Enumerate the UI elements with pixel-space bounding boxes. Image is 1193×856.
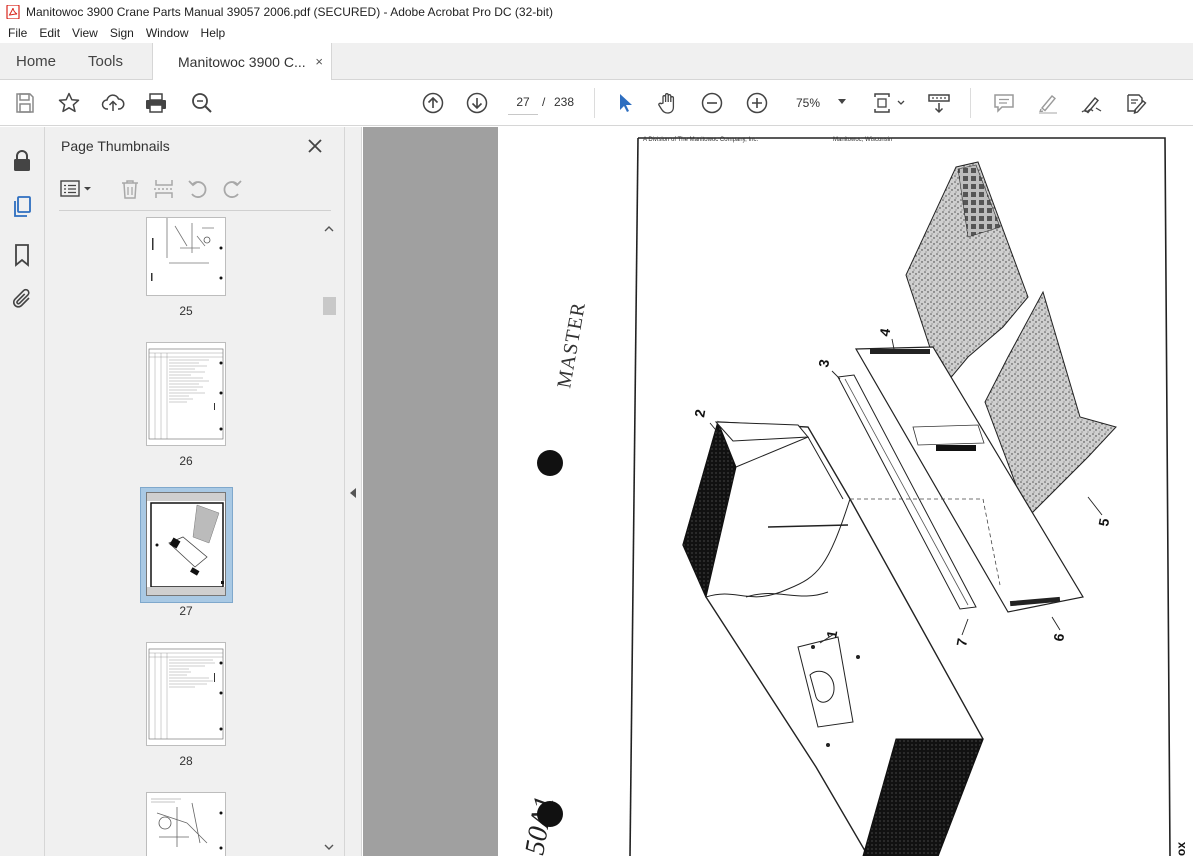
callout-7: 7 [953,637,970,648]
thumbnail-list: 25 26 27 28 [45,215,321,856]
options-menu-icon[interactable] [59,177,95,201]
binder-hole [537,801,563,827]
panel-splitter[interactable] [345,127,362,856]
insert-page-icon[interactable] [152,177,176,201]
page-header-right: Manitowoc, Wisconsin [833,137,892,143]
tab-home[interactable]: Home [16,43,56,80]
page-header-left: A Division of The Manitowoc Company, Inc… [643,137,758,143]
thumbnail-page-selected[interactable] [146,492,226,596]
menu-file[interactable]: File [2,26,33,40]
master-stamp: MASTER [553,300,590,390]
scroll-up-icon[interactable] [323,223,335,235]
menu-edit[interactable]: Edit [33,26,66,40]
tab-bar: Home Tools Manitowoc 3900 C... × [0,43,1193,81]
scroll-down-icon[interactable] [323,841,335,853]
hand-tool-icon[interactable] [656,91,680,115]
close-tab-icon[interactable]: × [315,54,323,69]
document-background [363,127,498,856]
attachment-paperclip-icon[interactable] [10,287,34,311]
acrobat-pdf-icon [6,4,20,19]
zoom-out-icon[interactable] [700,91,724,115]
tab-document[interactable]: Manitowoc 3900 C... × [152,43,332,81]
scrollbar-thumb[interactable] [323,297,336,315]
page-separator: / [542,95,546,109]
callout-4: 4 [876,327,893,338]
tab-document-label: Manitowoc 3900 C... [178,54,306,70]
rotate-clockwise-icon[interactable] [220,177,244,201]
toolbar-divider [970,88,971,118]
bookmark-star-icon[interactable] [57,91,81,115]
upload-cloud-icon[interactable] [101,91,125,115]
menu-view[interactable]: View [66,26,104,40]
select-cursor-icon[interactable] [613,91,637,115]
comment-icon[interactable] [992,91,1016,115]
zoom-in-icon[interactable] [745,91,769,115]
thumbnail-page[interactable] [146,792,226,856]
thumbnail-label: 26 [179,454,193,468]
zoom-search-icon[interactable] [190,91,214,115]
thumbnail-page[interactable] [146,342,226,446]
highlight-pen-icon[interactable] [1036,91,1060,115]
collapse-panel-icon[interactable] [350,488,356,498]
thumbnail-scrollbar[interactable] [321,221,337,856]
thumbnail-page[interactable] [146,642,226,746]
callout-6: 6 [1050,632,1067,643]
document-page[interactable]: 1 2 3 4 5 6 7 A Division of The Manitowo… [498,127,1193,856]
total-pages: 238 [554,95,575,109]
fill-sign-icon[interactable] [1124,91,1148,115]
thumbnail-label: 25 [179,304,193,318]
close-icon[interactable] [307,138,323,154]
callout-2: 2 [691,408,708,419]
lock-icon[interactable] [10,149,34,173]
panel-title: Page Thumbnails [61,138,170,154]
save-icon[interactable] [13,91,37,115]
chevron-down-icon [838,99,846,104]
thumbnail-label: 27 [179,604,193,618]
callout-3: 3 [815,358,832,369]
delete-trash-icon[interactable] [118,177,142,201]
thumbnail-toolbar [59,167,331,211]
thumbnail-label: 28 [179,754,193,768]
main-toolbar: 27 / 238 75% [0,80,1193,126]
menu-window[interactable]: Window [140,26,195,40]
zoom-level-value: 75% [796,95,821,110]
next-page-icon[interactable] [465,91,489,115]
bookmark-icon[interactable] [10,243,34,267]
page-thumbnails-icon[interactable] [10,195,34,219]
menu-help[interactable]: Help [195,26,232,40]
page-edge-text: ox [1174,842,1188,856]
previous-page-icon[interactable] [421,91,445,115]
toolbar-divider [594,88,595,118]
callout-5: 5 [1095,517,1112,528]
rotate-counterclockwise-icon[interactable] [186,177,210,201]
tab-tools[interactable]: Tools [88,43,123,80]
thumbnail-page[interactable] [146,217,226,296]
window-title: Manitowoc 3900 Crane Parts Manual 39057 … [26,4,553,19]
page-fit-icon[interactable] [872,91,906,115]
menu-sign[interactable]: Sign [104,26,140,40]
binder-hole [537,450,563,476]
left-navigation-rail [0,127,45,856]
title-bar: Manitowoc 3900 Crane Parts Manual 39057 … [0,0,1193,23]
page-number-input[interactable]: 27 [508,90,538,115]
scroll-mode-icon[interactable] [927,91,951,115]
exploded-parts-drawing: 1 2 3 4 5 6 7 A Division of The Manitowo… [519,137,1188,856]
print-icon[interactable] [144,91,168,115]
zoom-level-dropdown[interactable]: 75% [790,90,850,115]
page-thumbnails-panel: Page Thumbnails 25 26 27 28 [45,127,345,856]
menu-bar: File Edit View Sign Window Help [0,23,1193,43]
draw-sign-icon[interactable] [1080,91,1104,115]
